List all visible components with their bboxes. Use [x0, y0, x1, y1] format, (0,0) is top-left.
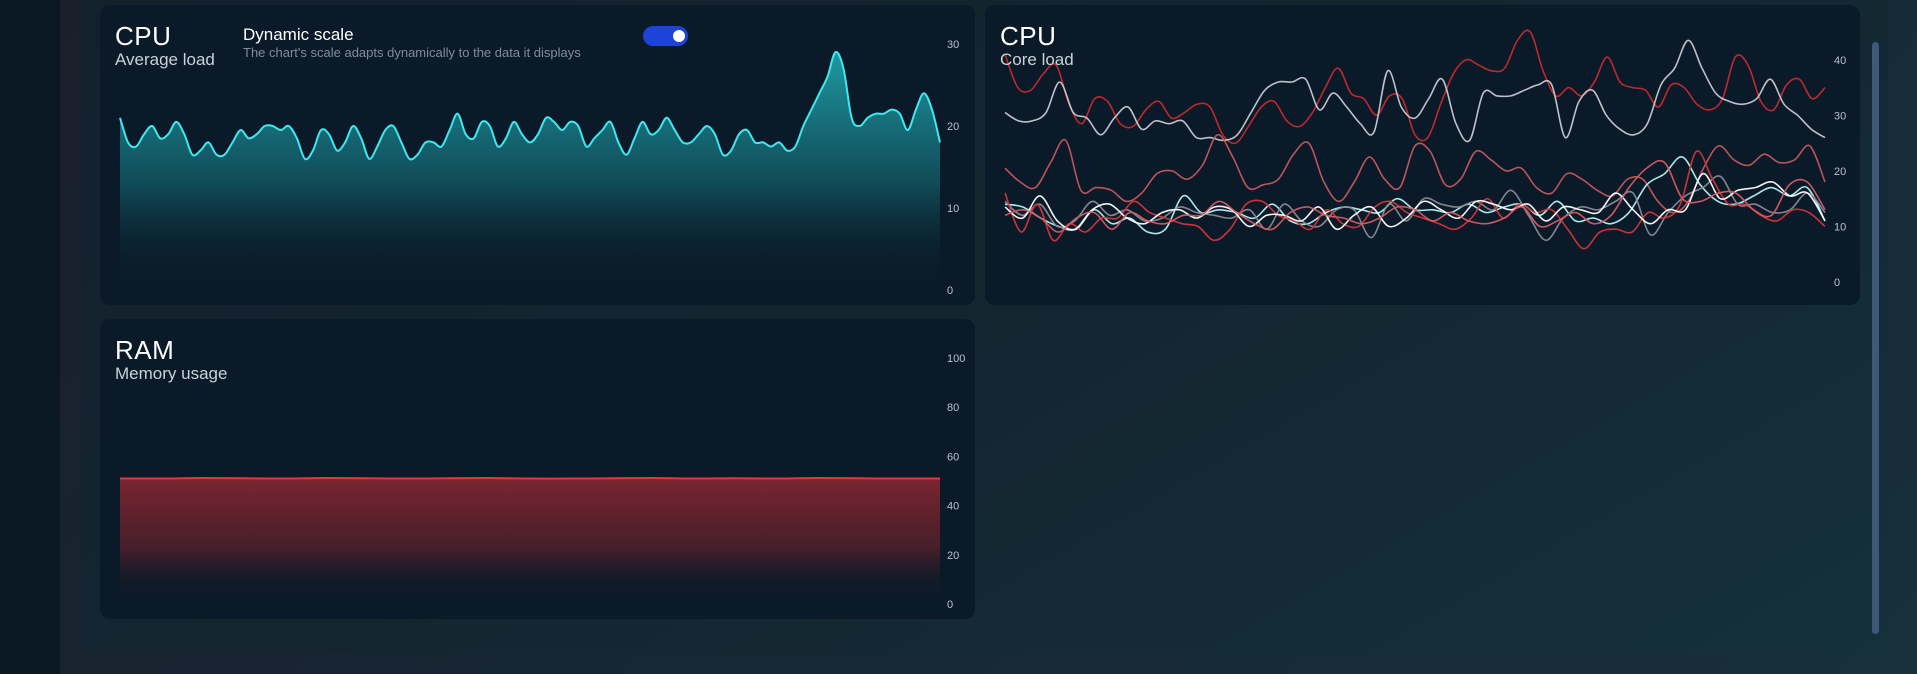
left-rail	[0, 0, 60, 674]
cpu-core-y-tick-label: 20	[1834, 166, 1846, 178]
cpu-average-y-tick-label: 30	[947, 39, 959, 51]
cpu-average-y-tick-label: 0	[947, 285, 953, 297]
cpu-core-title: CPU	[1000, 21, 1057, 51]
cpu-average-area-fill	[120, 52, 940, 290]
ram-series-line	[119, 476, 941, 480]
ram-y-tick-label: 60	[947, 451, 959, 463]
cpu-average-y-tick-label: 20	[947, 121, 959, 133]
cpu-core-series-line-4	[1004, 156, 1826, 235]
cpu-average-y-tick-label: 10	[947, 203, 959, 215]
ram-y-tick-label: 80	[947, 402, 959, 414]
ram-title: RAM	[115, 335, 175, 365]
cpu-core-card: 0 10 20 30 40 CPU Core load	[985, 5, 1860, 305]
cpu-core-y-tick-label: 30	[1834, 110, 1846, 122]
cpu-core-y-tick-label: 10	[1834, 221, 1846, 233]
ram-chart: 0 20 40 60 80 100	[119, 353, 965, 611]
ram-y-tick-label: 0	[947, 599, 953, 611]
cpu-core-y-tick-label: 0	[1834, 277, 1840, 289]
cpu-core-chart: 0 10 20 30 40	[1004, 29, 1846, 289]
ram-subtitle: Memory usage	[115, 364, 228, 383]
dynamic-scale-label: Dynamic scale	[243, 25, 354, 44]
ram-card: 0 20 40 60 80 100 RAM Memory usage	[100, 319, 975, 619]
cpu-core-series-line-1	[1004, 29, 1826, 145]
cpu-core-series-line-2	[1004, 39, 1826, 143]
cpu-average-subtitle: Average load	[115, 50, 215, 69]
cpu-core-subtitle: Core load	[1000, 50, 1074, 69]
ram-y-tick-label: 100	[947, 353, 965, 365]
toggle-knob	[673, 30, 685, 42]
cpu-core-series-line-6	[1004, 150, 1826, 250]
dynamic-scale-toggle[interactable]	[643, 26, 688, 46]
cpu-average-title: CPU	[115, 21, 172, 51]
ram-y-tick-label: 40	[947, 501, 959, 513]
dynamic-scale-description: The chart's scale adapts dynamically to …	[243, 45, 581, 60]
cpu-core-y-tick-label: 40	[1834, 55, 1846, 67]
ram-area-fill	[120, 478, 940, 604]
ram-y-tick-label: 20	[947, 550, 959, 562]
scrollbar-thumb[interactable]	[1872, 42, 1879, 634]
cpu-average-card: 0 10 20 30 CPU Average load Dynamic scale T…	[100, 5, 975, 305]
